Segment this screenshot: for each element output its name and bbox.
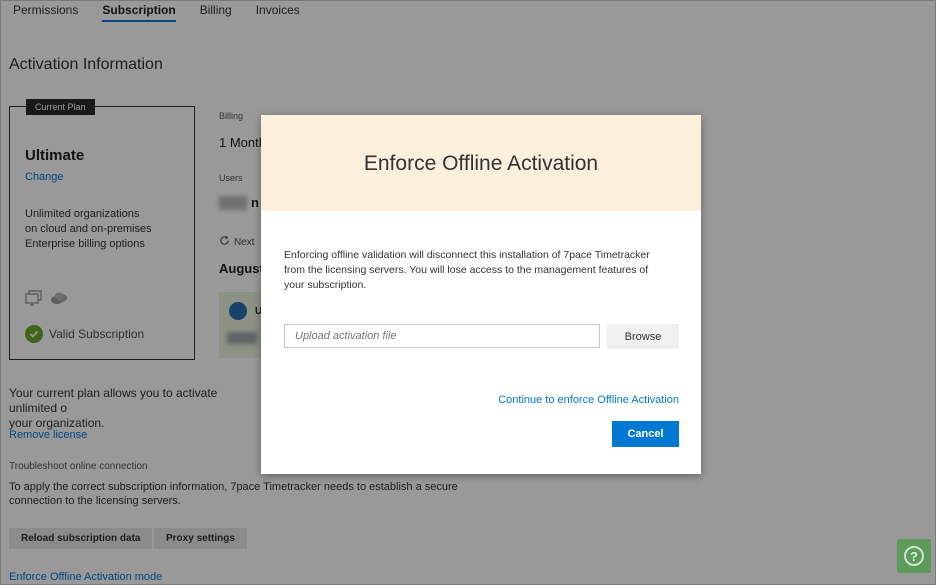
app-frame: Permissions Subscription Billing Invoice… [0, 0, 936, 585]
upload-activation-input[interactable] [284, 324, 600, 348]
help-icon: ? [904, 546, 924, 566]
enforce-offline-dialog: Enforce Offline Activation Enforcing off… [261, 115, 701, 474]
dialog-body-line: from the licensing servers. You will los… [284, 264, 649, 276]
dialog-header: Enforce Offline Activation [261, 115, 701, 211]
dialog-body-line: your subscription. [284, 279, 367, 291]
dialog-body: Enforcing offline validation will discon… [284, 248, 679, 293]
dialog-body-line: Enforcing offline validation will discon… [284, 249, 650, 261]
dialog-title: Enforce Offline Activation [363, 152, 599, 175]
browse-button[interactable]: Browse [607, 324, 679, 349]
help-button[interactable]: ? [897, 539, 931, 573]
cancel-button[interactable]: Cancel [612, 421, 679, 447]
continue-enforce-link[interactable]: Continue to enforce Offline Activation [498, 394, 679, 406]
